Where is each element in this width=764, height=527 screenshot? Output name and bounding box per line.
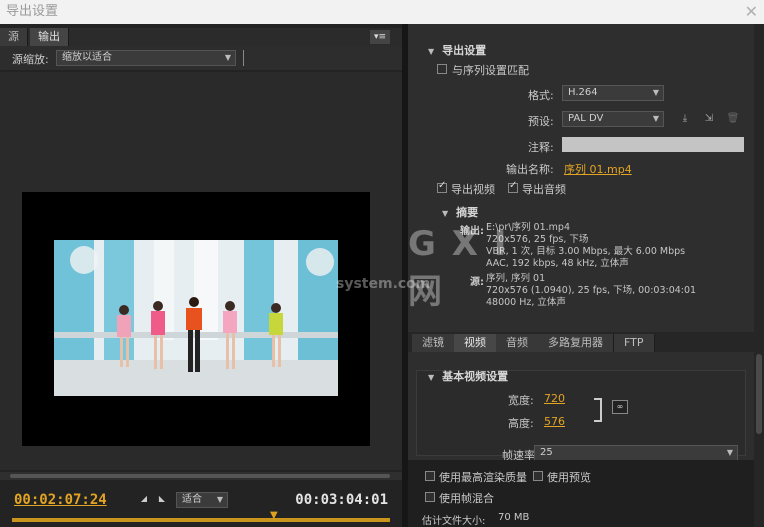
format-label: 格式: bbox=[528, 89, 554, 102]
expand-triangle-icon: ▼ bbox=[442, 209, 449, 218]
summary-header[interactable]: ▼ 摘要 bbox=[442, 204, 478, 220]
height-value[interactable]: 576 bbox=[544, 415, 565, 428]
window-title: 导出设置 bbox=[6, 4, 59, 19]
settings-tabs: 滤镜 视频 音频 多路复用器 FTP bbox=[408, 332, 754, 352]
use-preview-label: 使用预览 bbox=[547, 471, 591, 484]
expand-triangle-icon: ▼ bbox=[428, 47, 435, 56]
video-frame bbox=[22, 192, 370, 446]
export-audio-checkbox[interactable] bbox=[508, 180, 518, 193]
tab-source[interactable]: 源 bbox=[0, 28, 28, 46]
output-name-label: 输出名称: bbox=[506, 163, 554, 176]
framerate-dropdown[interactable]: 25 ▼ bbox=[534, 445, 738, 461]
max-quality-checkbox[interactable] bbox=[425, 471, 435, 481]
format-value: H.264 bbox=[568, 87, 598, 98]
watermark-domain: system.com bbox=[336, 276, 431, 292]
basic-video-title: 基本视频设置 bbox=[442, 370, 509, 383]
mark-in-icon[interactable]: ◢ bbox=[138, 494, 150, 506]
export-video-label: 导出视频 bbox=[451, 183, 495, 196]
use-preview-checkbox[interactable] bbox=[533, 471, 543, 481]
tab-audio[interactable]: 音频 bbox=[496, 334, 539, 352]
expand-triangle-icon: ▼ bbox=[428, 373, 435, 382]
filesize-value: 70 MB bbox=[498, 512, 530, 523]
width-value[interactable]: 720 bbox=[544, 392, 565, 405]
output-name-link[interactable]: 序列 01.mp4 bbox=[564, 161, 632, 177]
right-panel: ▼ 导出设置 与序列设置匹配 格式: H.264 ▼ 预设: PAL DV ▼ ⤓ ⇲… bbox=[336, 24, 764, 527]
panel-menu-icon[interactable]: ▾≡ bbox=[370, 30, 390, 44]
bottom-options: 使用最高渲染质量 使用预览 使用帧混合 估计文件大小: 70 MB bbox=[408, 460, 754, 527]
chevron-down-icon: ▼ bbox=[224, 53, 231, 62]
save-preset-icon[interactable]: ⤓ bbox=[678, 113, 692, 125]
timeline-bar: 00:02:07:24 ◢ ◣ 适合 ▼ 00:03:04:01 ▼ bbox=[0, 484, 402, 527]
title-bar: 导出设置 ✕ bbox=[0, 0, 764, 24]
tab-video[interactable]: 视频 bbox=[454, 334, 497, 352]
work-area-bar[interactable] bbox=[12, 518, 390, 522]
source-output-tabs: 源 输出 ▾≡ bbox=[0, 28, 402, 46]
fit-value: 适合 bbox=[182, 494, 202, 505]
close-icon[interactable]: ✕ bbox=[745, 0, 758, 24]
match-sequence-label: 与序列设置匹配 bbox=[452, 64, 529, 77]
match-sequence-checkbox[interactable] bbox=[437, 64, 447, 74]
chevron-down-icon: ▼ bbox=[652, 88, 659, 97]
preset-label: 预设: bbox=[528, 115, 554, 128]
format-dropdown[interactable]: H.264 ▼ bbox=[562, 85, 664, 101]
scrollbar-thumb[interactable] bbox=[756, 354, 762, 434]
divider bbox=[243, 50, 244, 66]
preset-dropdown[interactable]: PAL DV ▼ bbox=[562, 111, 664, 127]
source-scale-label: 源缩放: bbox=[12, 53, 49, 66]
watermark-logo: G X I 网 bbox=[408, 224, 509, 312]
frame-blend-checkbox[interactable] bbox=[425, 492, 435, 502]
chevron-down-icon: ▼ bbox=[726, 448, 733, 457]
chain-link-icon[interactable]: ∞ bbox=[612, 400, 628, 414]
current-timecode[interactable]: 00:02:07:24 bbox=[14, 492, 107, 508]
preview-viewer bbox=[0, 72, 402, 470]
height-label: 高度: bbox=[508, 417, 534, 430]
scrollbar-thumb[interactable] bbox=[10, 474, 390, 478]
framerate-value: 25 bbox=[540, 447, 553, 458]
link-bracket bbox=[594, 398, 602, 422]
mark-out-icon[interactable]: ◣ bbox=[156, 494, 168, 506]
right-scrollbar[interactable] bbox=[754, 24, 764, 527]
basic-video-header[interactable]: ▼ 基本视频设置 bbox=[428, 368, 508, 384]
video-thumbnail bbox=[54, 240, 338, 396]
comment-field[interactable] bbox=[562, 137, 744, 152]
chevron-down-icon: ▼ bbox=[652, 114, 659, 123]
export-settings-title: 导出设置 bbox=[442, 44, 487, 57]
source-scale-row: 源缩放: 缩放以适合 ▼ bbox=[0, 46, 402, 70]
max-quality-label: 使用最高渲染质量 bbox=[439, 471, 527, 484]
comment-label: 注释: bbox=[528, 141, 554, 154]
horizontal-scrollbar[interactable] bbox=[0, 472, 402, 480]
fit-dropdown[interactable]: 适合 ▼ bbox=[176, 492, 228, 508]
tab-output[interactable]: 输出 bbox=[30, 28, 69, 46]
export-video-checkbox[interactable] bbox=[437, 180, 447, 193]
import-preset-icon[interactable]: ⇲ bbox=[702, 113, 716, 125]
tab-multiplexer[interactable]: 多路复用器 bbox=[538, 334, 614, 352]
chevron-down-icon: ▼ bbox=[216, 495, 223, 504]
summary-title: 摘要 bbox=[456, 206, 479, 219]
source-scale-dropdown[interactable]: 缩放以适合 ▼ bbox=[56, 50, 236, 66]
width-label: 宽度: bbox=[508, 394, 534, 407]
frame-blend-label: 使用帧混合 bbox=[439, 492, 494, 505]
filesize-label: 估计文件大小: bbox=[422, 516, 486, 527]
source-scale-value: 缩放以适合 bbox=[62, 52, 112, 63]
export-settings-header[interactable]: ▼ 导出设置 bbox=[428, 42, 486, 58]
preset-value: PAL DV bbox=[568, 113, 604, 124]
delete-preset-icon[interactable]: 🗑 bbox=[726, 113, 740, 125]
tab-filters[interactable]: 滤镜 bbox=[412, 334, 455, 352]
tab-ftp[interactable]: FTP bbox=[614, 334, 655, 352]
export-audio-label: 导出音频 bbox=[522, 183, 566, 196]
total-timecode: 00:03:04:01 bbox=[295, 492, 388, 508]
playhead-icon[interactable]: ▼ bbox=[270, 510, 280, 522]
